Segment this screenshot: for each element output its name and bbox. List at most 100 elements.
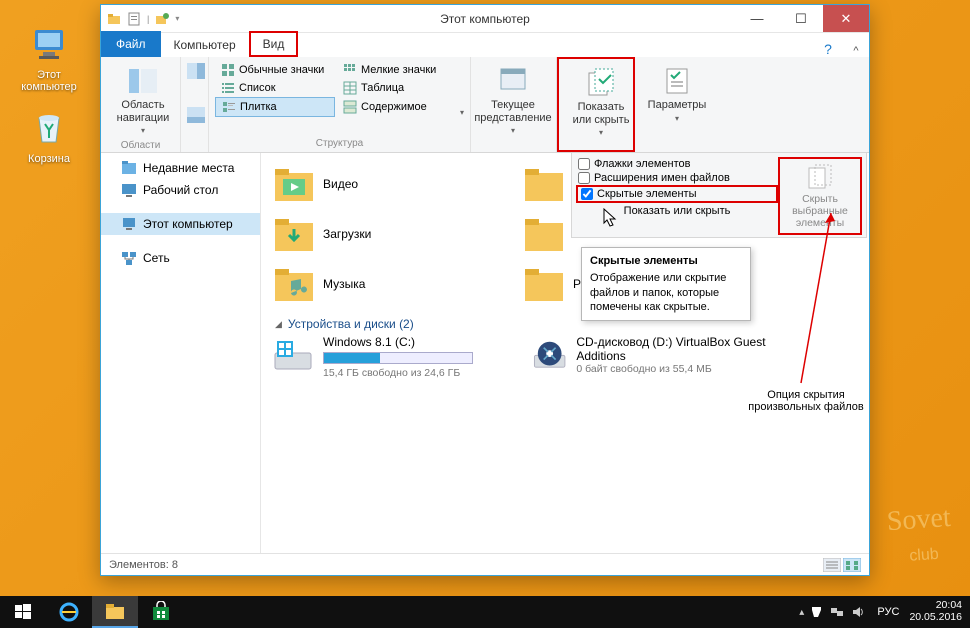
action-center-icon[interactable] <box>809 605 823 619</box>
details-pane-icon[interactable] <box>187 107 205 123</box>
folder-icon <box>104 600 126 622</box>
ribbon-collapse-button[interactable]: ^ <box>843 45 869 57</box>
content-pane[interactable]: Видео Загрузки Музыка Р ◢Устройства и ди… <box>261 153 869 553</box>
layout-table[interactable]: Таблица <box>337 79 457 97</box>
taskbar[interactable]: ▴ РУС 20:04 20.05.2016 <box>0 596 970 628</box>
minimize-button[interactable]: — <box>735 5 779 32</box>
ribbon-group-layout: Обычные значки Мелкие значки Список Табл… <box>209 57 471 152</box>
drive-name: Windows 8.1 (C:) <box>323 335 473 349</box>
tile-label: Р <box>573 277 581 291</box>
nav-label: Рабочий стол <box>143 183 218 197</box>
ribbon-group-label: Области <box>107 139 174 152</box>
ribbon: Область навигации ▾ Области Обычные знач… <box>101 57 869 153</box>
drive-usage-bar <box>323 352 473 364</box>
drive-c[interactable]: Windows 8.1 (C:) 15,4 ГБ свободно из 24,… <box>271 335 521 379</box>
preview-pane-icon[interactable] <box>187 63 205 79</box>
desktop-icon-label: Этот компьютер <box>14 69 84 93</box>
taskbar-ie[interactable] <box>46 596 92 628</box>
layout-label: Список <box>239 82 276 94</box>
show-hide-button[interactable]: Показать или скрыть ▾ <box>565 63 637 141</box>
tab-file[interactable]: Файл <box>101 31 161 57</box>
taskbar-clock[interactable]: 20:04 20.05.2016 <box>909 600 962 623</box>
show-hide-button-wrap: Показать или скрыть ▾ <box>557 57 635 152</box>
taskbar-explorer[interactable] <box>92 596 138 628</box>
drive-d[interactable]: CD-дисковод (D:) VirtualBox Guest Additi… <box>531 335 781 379</box>
nav-pane-label: Область навигации <box>109 99 177 124</box>
drive-free-text: 15,4 ГБ свободно из 24,6 ГБ <box>323 367 473 379</box>
ribbon-group-label <box>565 146 627 148</box>
ribbon-group-label <box>477 148 550 150</box>
tile-label: Загрузки <box>323 227 371 241</box>
maximize-button[interactable]: ☐ <box>779 5 823 32</box>
new-folder-qat-icon[interactable] <box>155 12 169 26</box>
desktop-icon-label: Корзина <box>14 153 84 165</box>
tooltip-title: Скрытые элементы <box>590 254 742 268</box>
options-button[interactable]: Параметры ▾ <box>641 61 713 127</box>
taskbar-store[interactable] <box>138 596 184 628</box>
help-button[interactable]: ? <box>813 41 843 57</box>
folder-partial-1[interactable] <box>521 159 581 209</box>
tray-overflow-icon[interactable]: ▴ <box>799 607 804 618</box>
show-hide-icon <box>585 67 617 99</box>
nav-pane-icon <box>127 65 159 97</box>
ribbon-group-label: Структура <box>215 137 464 150</box>
drive-free-text: 0 байт свободно из 55,4 МБ <box>576 363 781 375</box>
layout-small-icons[interactable]: Мелкие значки <box>337 61 457 79</box>
nav-recent[interactable]: Недавние места <box>101 157 260 179</box>
layout-label: Обычные значки <box>239 64 324 76</box>
layout-tiles[interactable]: Плитка <box>215 97 335 117</box>
icons-view-toggle[interactable] <box>843 558 861 572</box>
show-hide-label: Показать или скрыть <box>567 101 635 126</box>
tooltip-body: Отображение или скрытие файлов и папок, … <box>590 271 742 314</box>
folder-video[interactable]: Видео <box>271 159 511 209</box>
system-tray[interactable]: ▴ <box>799 605 867 619</box>
desktop-icon-computer[interactable]: Этот компьютер <box>14 24 84 93</box>
tooltip-hidden-items: Скрытые элементы Отображение или скрытие… <box>581 247 751 321</box>
layout-more-icon[interactable]: ▾ <box>460 108 464 117</box>
nav-this-pc[interactable]: Этот компьютер <box>101 213 260 235</box>
nav-pane[interactable]: Недавние места Рабочий стол Этот компьют… <box>101 153 261 553</box>
language-indicator[interactable]: РУС <box>877 606 899 618</box>
section-header-label: Устройства и диски (2) <box>288 317 414 331</box>
folder-music[interactable]: Музыка <box>271 259 511 309</box>
nav-pane-button[interactable]: Область навигации ▾ <box>107 61 179 139</box>
layout-label: Содержимое <box>361 101 427 113</box>
layout-content[interactable]: Содержимое <box>337 98 457 116</box>
chevron-down-icon: ▾ <box>511 126 515 135</box>
layout-normal-icons[interactable]: Обычные значки <box>215 61 335 79</box>
folder-partial-2[interactable] <box>521 209 581 259</box>
folder-downloads[interactable]: Загрузки <box>271 209 511 259</box>
tab-view[interactable]: Вид <box>249 31 299 57</box>
explorer-window: | ▾ Этот компьютер — ☐ ✕ Файл Компьютер … <box>100 4 870 576</box>
status-bar: Элементов: 8 <box>101 553 869 575</box>
folder-qat-icon[interactable] <box>107 12 121 26</box>
nav-label: Сеть <box>143 251 170 265</box>
layout-list[interactable]: Список <box>215 79 335 97</box>
chevron-down-icon: ▾ <box>599 128 603 137</box>
qat-divider: | <box>147 14 149 24</box>
start-button[interactable] <box>0 596 46 628</box>
tab-computer[interactable]: Компьютер <box>161 33 249 57</box>
quick-access-toolbar: | ▾ <box>101 12 185 26</box>
properties-qat-icon[interactable] <box>127 12 141 26</box>
qat-dropdown-icon[interactable]: ▾ <box>175 14 179 23</box>
drive-icon <box>271 335 315 379</box>
status-text: Элементов: 8 <box>109 559 178 571</box>
ribbon-group-panes-extra <box>181 57 209 152</box>
ribbon-group-options: Параметры ▾ <box>635 57 705 152</box>
clock-date: 20.05.2016 <box>909 612 962 624</box>
options-label: Параметры <box>648 99 707 112</box>
volume-icon[interactable] <box>851 605 865 619</box>
annotation-callout: Опция скрытия произвольных файлов <box>731 389 869 413</box>
details-view-toggle[interactable] <box>823 558 841 572</box>
titlebar[interactable]: | ▾ Этот компьютер — ☐ ✕ <box>101 5 869 33</box>
nav-network[interactable]: Сеть <box>101 247 260 269</box>
close-button[interactable]: ✕ <box>823 5 869 32</box>
options-icon <box>661 65 693 97</box>
nav-desktop[interactable]: Рабочий стол <box>101 179 260 201</box>
devices-section-header[interactable]: ◢Устройства и диски (2) <box>271 309 859 335</box>
ribbon-group-panes: Область навигации ▾ Области <box>101 57 181 152</box>
network-icon[interactable] <box>830 605 844 619</box>
desktop-icon-recycle-bin[interactable]: Корзина <box>14 108 84 165</box>
current-view-button[interactable]: Текущее представление ▾ <box>477 61 549 139</box>
